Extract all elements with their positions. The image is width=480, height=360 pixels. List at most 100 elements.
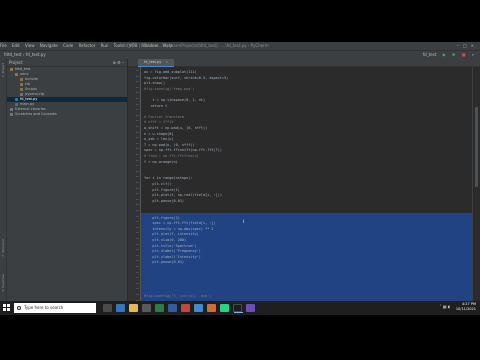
gutter-marker <box>136 109 139 111</box>
code-line[interactable]: n_ssb = len(u) <box>144 137 174 142</box>
project-panel-title[interactable]: Project <box>9 60 23 65</box>
code-line[interactable]: plt.plot(f, intensity) <box>144 232 198 237</box>
structure-tool-tab[interactable]: 7: Structure <box>1 239 5 257</box>
menu-refactor[interactable]: Refactor <box>79 43 96 48</box>
code-line[interactable]: spec = np.fft.fftshift(np.fft.fft(T)) <box>144 148 222 153</box>
code-line[interactable]: plt.show() <box>144 81 165 86</box>
code-line[interactable]: return t <box>144 104 167 109</box>
code-line[interactable]: plt.figure(1) <box>144 188 179 193</box>
taskbar-search-box[interactable]: Type here to search <box>14 303 96 313</box>
hide-panel-icon[interactable]: – <box>122 60 124 65</box>
tree-item-label: fdtd_test <box>15 67 31 71</box>
gutter-marker <box>136 148 139 150</box>
breadcrumb[interactable]: fdtd_test › fd_test.py <box>4 52 46 57</box>
code-line[interactable]: # nfft = 2**12 <box>144 120 174 125</box>
code-line[interactable]: n = u.shape[0] <box>144 132 174 137</box>
gutter-marker <box>136 210 139 211</box>
code-line[interactable]: plt.title('Spectrum') <box>144 244 196 249</box>
menu-view[interactable]: View <box>25 43 35 48</box>
file-explorer-icon[interactable] <box>129 304 138 312</box>
code-line[interactable]: ax = fig.add_subplot(111) <box>144 70 197 75</box>
run-config-selector[interactable]: fd_test <box>423 52 437 57</box>
code-line[interactable]: plt.pause(0.01) <box>144 260 184 265</box>
debug-icon[interactable]: ✱ <box>452 52 455 57</box>
gutter-marker <box>136 294 139 295</box>
code-line[interactable]: for i in range(nsteps): <box>144 176 192 181</box>
settings-gear-icon[interactable]: ⚙ <box>117 60 121 65</box>
word-icon[interactable] <box>168 304 177 312</box>
windows-start-icon[interactable] <box>3 304 11 312</box>
gutter-marker <box>136 187 139 189</box>
left-tool-strip: 1: Project 7: Structure 2: Favorites <box>0 59 7 303</box>
code-line[interactable]: f = np.arange(n) <box>144 160 178 165</box>
letterbox-top <box>0 0 480 42</box>
python-file-icon <box>15 97 18 101</box>
code-line[interactable]: t = np.linspace(0, 1, nt) <box>144 98 205 103</box>
gutter-marker <box>136 114 139 116</box>
tree-item[interactable]: Scratches and Consoles <box>7 112 127 117</box>
gutter-marker <box>136 176 139 178</box>
code-line[interactable]: # freq = np.fft.fftfreq(n) <box>144 154 199 159</box>
task-view-icon[interactable] <box>103 304 112 312</box>
code-line[interactable]: spec = np.fft.fft(field[i, :]) <box>144 221 215 226</box>
code-line[interactable]: # Fourier transform <box>144 115 184 120</box>
gutter-marker <box>136 288 139 290</box>
maximize-icon[interactable]: □ <box>463 43 471 48</box>
editor-scrollbar[interactable] <box>472 67 480 303</box>
code-line[interactable]: plt.figure(2) <box>144 216 179 221</box>
menu-run[interactable]: Run <box>101 43 109 48</box>
close-icon[interactable]: × <box>471 43 478 48</box>
volume-icon[interactable]: ◖ <box>448 304 450 309</box>
project-tool-tab[interactable]: 1: Project <box>1 63 5 77</box>
pycharm-icon[interactable] <box>220 304 229 312</box>
code-line[interactable]: w_shift = np.pad(u, (0, nfft)) <box>144 126 207 131</box>
firefox-icon[interactable] <box>207 304 216 312</box>
stop-icon[interactable]: ■ <box>462 52 466 57</box>
code-line[interactable]: T = np.pad(u, (0, nfft)) <box>144 143 195 148</box>
menu-edit[interactable]: Edit <box>12 43 20 48</box>
editor-tab-fd-test[interactable]: fd_test.py × <box>138 59 175 67</box>
code-line[interactable]: plt.plot(t, np.real(field[i, :])) <box>144 193 222 198</box>
code-line[interactable]: intensity = np.abs(spec) ** 2 <box>144 227 213 232</box>
scrollbar-thumb[interactable] <box>475 107 478 187</box>
file-icon <box>20 92 23 96</box>
menu-code[interactable]: Code <box>63 43 73 48</box>
folder-icon <box>20 87 23 91</box>
gutter-marker <box>136 70 139 71</box>
favorites-tool-tab[interactable]: 2: Favorites <box>1 274 5 291</box>
run-icon[interactable]: ▶ <box>443 52 446 57</box>
code-line[interactable]: plt.pause(0.01) <box>144 199 184 204</box>
store-icon[interactable] <box>142 304 151 312</box>
chevron-up-icon[interactable]: ˄ <box>440 304 442 309</box>
gutter-marker <box>136 266 139 267</box>
python-file-icon <box>15 102 18 106</box>
code-line[interactable]: plt.xlabel('Frequency') <box>144 249 200 254</box>
folder-icon <box>10 67 13 71</box>
edge-browser-icon[interactable] <box>116 304 125 312</box>
code-line[interactable]: plt.ylabel('Intensity') <box>144 255 200 260</box>
code-line[interactable]: #fig.savefig('E_'+str(i)+'.png') <box>144 294 211 299</box>
excel-icon[interactable] <box>155 304 164 312</box>
teams-icon[interactable] <box>246 304 255 312</box>
code-line[interactable]: plt.xlim(0, 200) <box>144 238 186 243</box>
close-tab-icon[interactable]: × <box>165 60 168 64</box>
menu-navigate[interactable]: Navigate <box>40 43 58 48</box>
network-icon[interactable]: ▦ <box>443 304 447 309</box>
gutter-marker <box>136 260 139 262</box>
search-icon[interactable]: ⌕ <box>472 52 474 57</box>
gutter-marker <box>136 215 139 217</box>
code-line[interactable]: plt.clf() <box>144 182 171 187</box>
pycharm-active-app-icon[interactable] <box>233 304 243 313</box>
code-line[interactable]: fig.colorbar(surf, shrink=0.5, aspect=5) <box>144 76 228 81</box>
gutter-marker <box>136 103 139 105</box>
code-editor[interactable]: ax = fig.add_subplot(111) fig.colorbar(su… <box>141 67 473 303</box>
menu-file[interactable]: File <box>0 43 7 48</box>
gutter-marker <box>136 182 139 183</box>
powerpoint-icon[interactable] <box>181 304 190 312</box>
clock-date[interactable]: 10/11/2021 <box>456 307 476 312</box>
gutter-marker <box>136 86 139 88</box>
globe-icon[interactable]: ⊕ <box>112 60 115 65</box>
code-line[interactable]: #fig.savefig('temp.png') <box>144 87 195 92</box>
gutter-marker <box>136 249 139 251</box>
mail-icon[interactable] <box>194 304 203 312</box>
